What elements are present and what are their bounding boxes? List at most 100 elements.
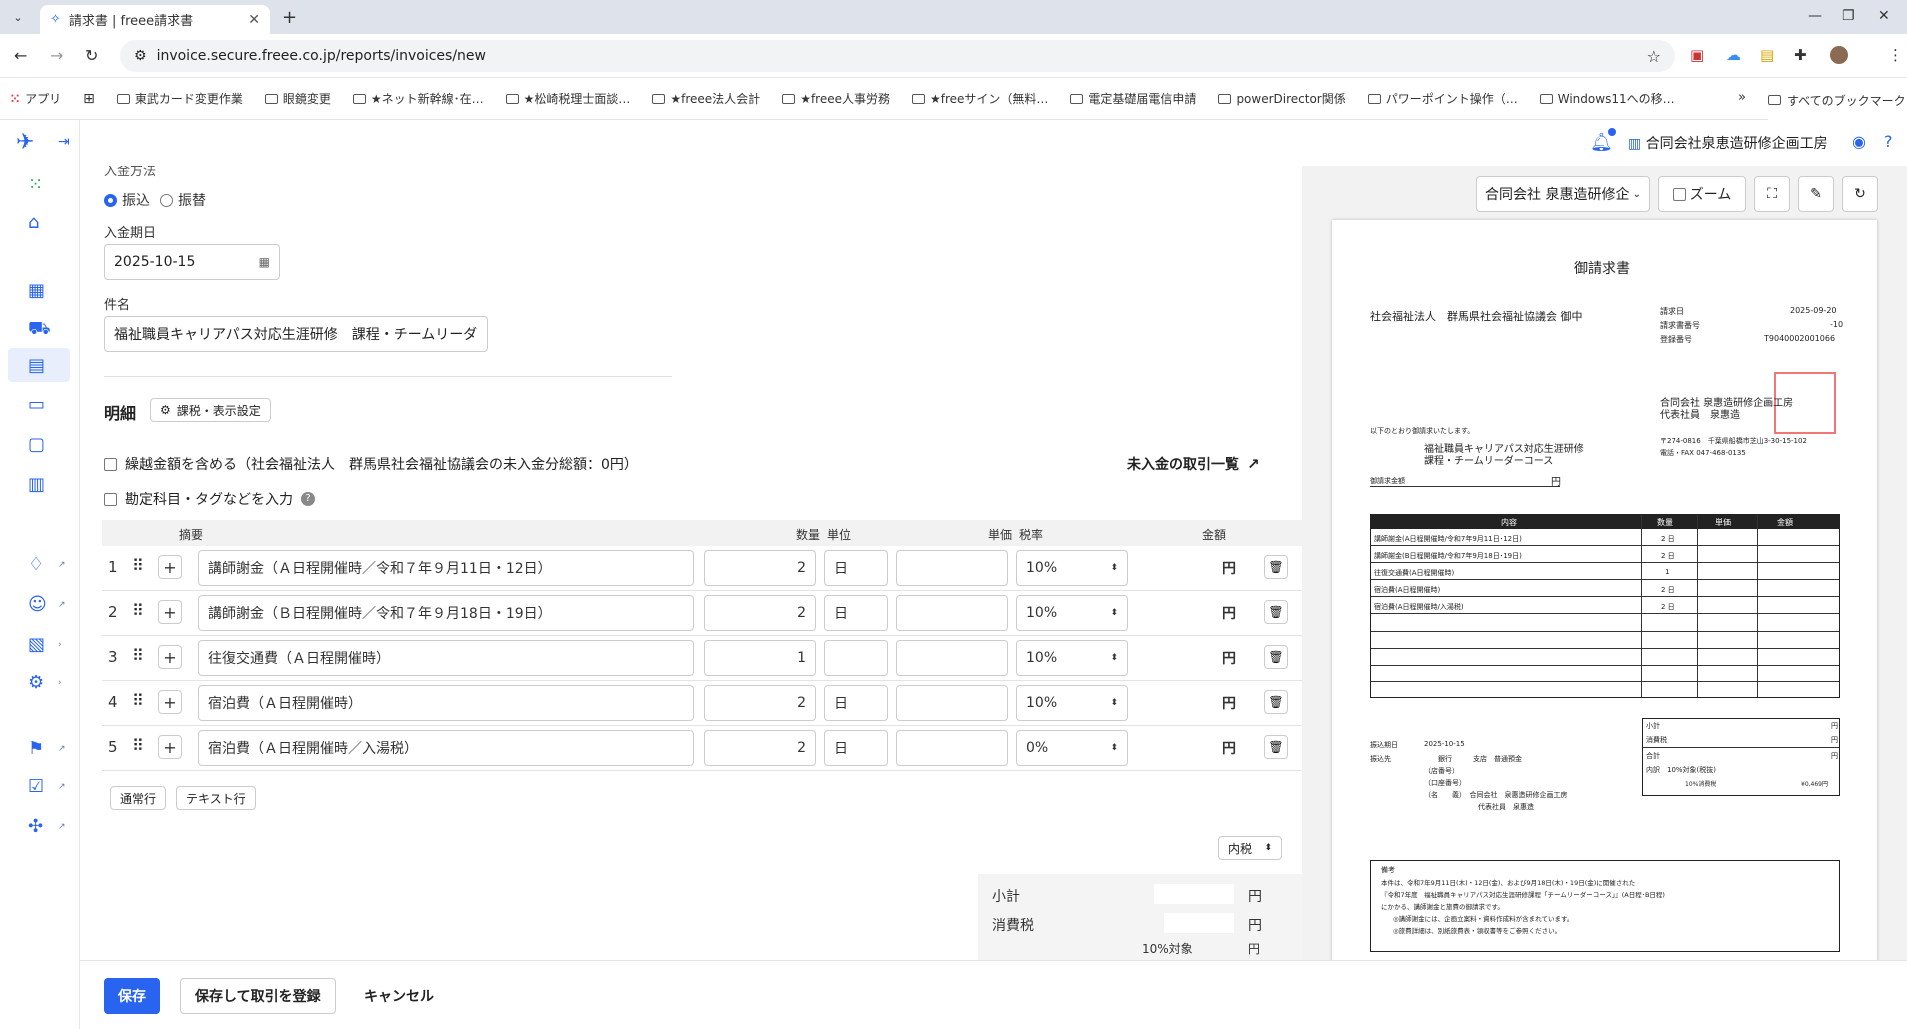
clipboard-icon[interactable]: ▢ [28, 434, 45, 455]
bookmark-item[interactable]: Windows11への移… [1539, 90, 1675, 107]
fullscreen-icon[interactable]: ⛶ [1754, 176, 1790, 212]
save-and-register-button[interactable]: 保存して取引を登録 [180, 978, 336, 1014]
qty-input[interactable]: 2 [704, 595, 816, 631]
trash-icon[interactable]: 🗑︎ [1264, 555, 1288, 579]
price-input[interactable] [896, 550, 1008, 586]
add-row-icon[interactable]: + [158, 645, 182, 669]
forward-icon[interactable]: → [50, 46, 63, 65]
price-input[interactable] [896, 730, 1008, 766]
zoom-toggle[interactable]: ズーム [1658, 176, 1746, 212]
close-tab-icon[interactable]: ✕ [248, 12, 260, 28]
flag-icon[interactable]: ⚑ [28, 738, 44, 759]
bookmark-item[interactable]: 眼鏡変更 [264, 90, 331, 107]
add-row-icon[interactable]: + [158, 690, 182, 714]
drag-handle-icon[interactable]: ⠿ [132, 601, 144, 620]
qty-input[interactable]: 1 [704, 640, 816, 676]
cancel-button[interactable]: キャンセル [350, 978, 448, 1014]
bookmark-item[interactable]: ★freee人事労務 [782, 90, 890, 107]
carry-over-checkbox[interactable]: 繰越金額を含める（社会福祉法人 群馬県社会福祉協議会の未入金分総額：0円） [104, 454, 638, 474]
account-icon[interactable]: ◉ [1852, 132, 1866, 151]
price-input[interactable] [896, 685, 1008, 721]
due-date-input[interactable]: 2025-10-15 ▦ [104, 244, 280, 280]
tax-mode-select[interactable]: 内税 ⬍ [1218, 836, 1282, 860]
id-card-icon[interactable]: ▭ [28, 394, 45, 415]
site-info-icon[interactable]: ⚙ [134, 48, 147, 64]
trash-icon[interactable]: 🗑︎ [1264, 690, 1288, 714]
add-text-row-button[interactable]: テキスト行 [176, 786, 256, 810]
bookmark-item[interactable]: ⊞ [83, 91, 95, 107]
tax-select[interactable]: 10% ⬍ [1016, 640, 1128, 676]
drag-handle-icon[interactable]: ⠿ [132, 646, 144, 665]
unit-input[interactable]: 日 [824, 685, 888, 721]
summary-input[interactable]: 宿泊費（Ａ日程開催時） [198, 685, 694, 721]
bookmark-item[interactable]: ★松崎税理士面談… [505, 90, 630, 107]
add-row-icon[interactable]: + [158, 555, 182, 579]
gear-icon[interactable]: ⚙ [28, 672, 44, 693]
apps-grid-icon[interactable]: ⁙ [28, 174, 43, 195]
unit-input[interactable]: 日 [824, 595, 888, 631]
refresh-icon[interactable]: ↻ [1842, 176, 1878, 212]
radio-transfer[interactable]: 振込 [104, 190, 150, 210]
price-input[interactable] [896, 640, 1008, 676]
bookmark-item[interactable]: パワーポイント操作（… [1367, 90, 1518, 107]
reload-icon[interactable]: ↻ [85, 46, 98, 65]
trash-icon[interactable]: 🗑︎ [1264, 735, 1288, 759]
minimize-icon[interactable]: — [1808, 8, 1822, 24]
extension-icon-3[interactable]: ▤ [1760, 46, 1774, 64]
summary-input[interactable]: 講師謝金（Ｂ日程開催時／令和７年９月18日・19日） [198, 595, 694, 631]
help-icon[interactable]: ? [301, 492, 315, 506]
bookmarks-overflow-icon[interactable]: » [1738, 90, 1746, 105]
edit-pencil-icon[interactable]: ✎ [1798, 176, 1834, 212]
tab-search-icon[interactable]: ⌄ [6, 6, 30, 28]
browser-tab[interactable]: ✧ 請求書 | freee請求書 ✕ [40, 5, 270, 34]
qty-input[interactable]: 2 [704, 685, 816, 721]
bookmark-star-icon[interactable]: ☆ [1647, 47, 1661, 66]
profile-avatar[interactable] [1830, 46, 1848, 64]
all-bookmarks[interactable]: すべてのブックマーク [1768, 80, 1907, 120]
tax-select[interactable]: 10% ⬍ [1016, 685, 1128, 721]
tax-select[interactable]: 10% ⬍ [1016, 595, 1128, 631]
help-icon[interactable]: ? [1884, 132, 1893, 151]
extension-icon-1[interactable]: ▣ [1690, 46, 1704, 64]
users-icon[interactable]: ☺ [28, 594, 47, 615]
bookmark-item[interactable]: 東武カード変更作業 [116, 90, 243, 107]
unit-input[interactable] [824, 640, 888, 676]
drag-handle-icon[interactable]: ⠿ [132, 736, 144, 755]
calculator-icon[interactable]: ▦ [28, 280, 45, 301]
subject-input[interactable]: 福祉職員キャリアパス対応生涯研修 課程・チームリーダ [104, 316, 488, 352]
drag-handle-icon[interactable]: ⠿ [132, 691, 144, 710]
tax-select[interactable]: 0% ⬍ [1016, 730, 1128, 766]
unit-input[interactable]: 日 [824, 550, 888, 586]
tax-settings-button[interactable]: ⚙ 課税・表示設定 [150, 398, 271, 422]
restore-icon[interactable]: ❐ [1842, 8, 1855, 24]
trash-icon[interactable]: 🗑︎ [1264, 645, 1288, 669]
shop-icon[interactable]: ⌂ [28, 212, 39, 233]
tax-select[interactable]: 10% ⬍ [1016, 550, 1128, 586]
network-icon[interactable]: ✣ [28, 816, 43, 837]
document-settings-icon[interactable]: ▧ [28, 634, 45, 655]
drag-handle-icon[interactable]: ⠿ [132, 556, 144, 575]
url-bar[interactable]: ⚙ invoice.secure.freee.co.jp/reports/inv… [120, 40, 1675, 72]
bookmark-item[interactable]: ★freee法人会計 [652, 90, 760, 107]
radio-furikae[interactable]: 振替 [160, 190, 206, 210]
summary-input[interactable]: 講師謝金（Ａ日程開催時／令和７年９月11日・12日） [198, 550, 694, 586]
account-tag-checkbox[interactable]: 勘定科目・タグなどを入力? [104, 489, 315, 509]
bookmark-item[interactable]: 電定基礎届電信申請 [1070, 90, 1196, 107]
qty-input[interactable]: 2 [704, 730, 816, 766]
add-row-icon[interactable]: + [158, 735, 182, 759]
new-tab-icon[interactable]: + [282, 7, 297, 28]
company-switcher[interactable]: ▥ 合同会社泉恵造研修企画工房 [1628, 133, 1828, 153]
add-normal-row-button[interactable]: 通常行 [110, 786, 167, 810]
bookmark-item[interactable]: ★ネット新幹線･在… [352, 90, 484, 107]
trash-icon[interactable]: 🗑︎ [1264, 600, 1288, 624]
summary-input[interactable]: 宿泊費（Ａ日程開催時／入湯税） [198, 730, 694, 766]
unpaid-transactions-link[interactable]: 未入金の取引一覧 ↗ [1127, 454, 1260, 474]
price-input[interactable] [896, 595, 1008, 631]
company-template-select[interactable]: 合同会社 泉惠造研修企画 ⌄ [1476, 176, 1650, 212]
collapse-nav-icon[interactable]: ⇥ [58, 134, 70, 150]
qty-input[interactable]: 2 [704, 550, 816, 586]
document-export-icon[interactable]: ▥ [28, 474, 45, 495]
unit-input[interactable]: 日 [824, 730, 888, 766]
freee-logo-icon[interactable]: ✈ [16, 130, 34, 155]
close-window-icon[interactable]: ✕ [1878, 8, 1890, 24]
